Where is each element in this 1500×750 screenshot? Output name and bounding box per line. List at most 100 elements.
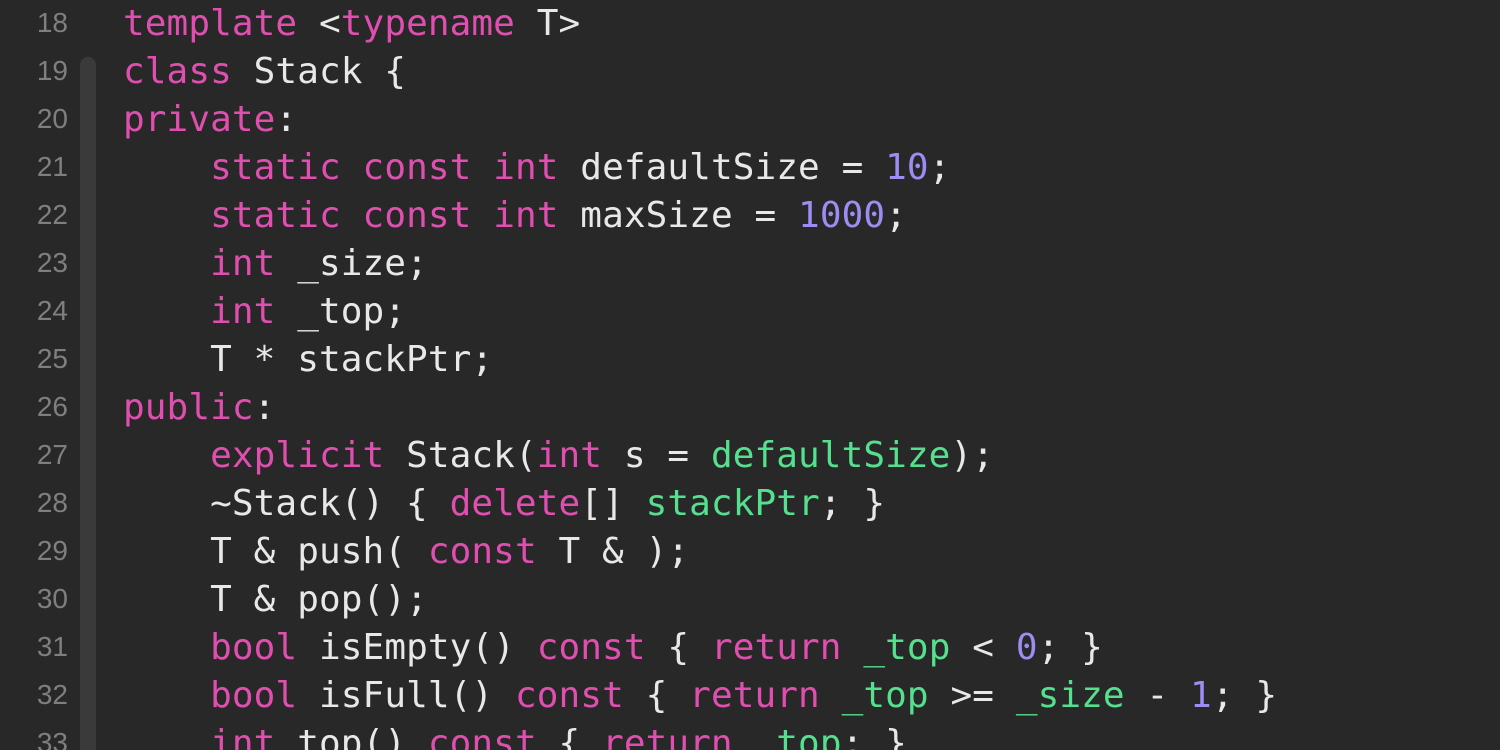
code-line[interactable]: 24 int _top; xyxy=(0,289,1500,337)
code-text[interactable]: explicit Stack(int s = defaultSize); xyxy=(123,435,994,476)
code-token: bool xyxy=(210,675,298,716)
code-token: ; } xyxy=(1211,675,1278,716)
code-token: typename xyxy=(340,3,515,44)
code-line[interactable]: 27 explicit Stack(int s = defaultSize); xyxy=(0,433,1500,481)
code-token: const xyxy=(362,147,472,188)
code-token: int xyxy=(493,195,559,236)
code-text[interactable]: int _top; xyxy=(123,291,406,332)
code-line[interactable]: 20 private: xyxy=(0,97,1500,145)
code-token: ; } xyxy=(819,483,886,524)
code-token: _size; xyxy=(275,243,428,284)
code-token: return xyxy=(689,675,820,716)
code-token: : xyxy=(275,99,298,140)
code-token: T> xyxy=(514,3,581,44)
line-number: 30 xyxy=(36,583,68,614)
code-line[interactable]: 28 ~Stack() { delete[] stackPtr; } xyxy=(0,481,1500,529)
code-token: s = xyxy=(602,435,711,476)
code-text[interactable]: ~Stack() { delete[] stackPtr; } xyxy=(123,483,885,524)
line-number: 29 xyxy=(36,535,68,566)
code-token: ; xyxy=(885,195,907,236)
code-token: { xyxy=(623,675,690,716)
code-line[interactable]: 30 T & pop(); xyxy=(0,577,1500,625)
code-token: ); xyxy=(950,435,995,476)
code-token: Stack( xyxy=(384,435,537,476)
code-line[interactable]: 18 template <typename T> xyxy=(0,1,1500,49)
code-token: isEmpty() xyxy=(297,627,537,668)
code-token: stackPtr xyxy=(645,483,820,524)
code-token: _size xyxy=(1015,675,1125,716)
line-number: 33 xyxy=(36,727,68,750)
code-token: >= xyxy=(928,675,1016,716)
line-number: 27 xyxy=(36,439,68,470)
code-token: ~Stack() { xyxy=(123,483,450,524)
line-number: 28 xyxy=(36,487,68,518)
code-text[interactable]: static const int maxSize = 1000; xyxy=(123,195,907,236)
code-text[interactable]: class Stack { xyxy=(123,51,406,92)
code-token: int xyxy=(210,243,276,284)
code-editor[interactable]: 18 template <typename T> 19 class Stack { 20… xyxy=(0,0,1500,750)
code-text[interactable]: T * stackPtr; xyxy=(123,339,493,380)
code-token: static xyxy=(210,195,341,236)
line-number: 32 xyxy=(36,679,68,710)
code-text[interactable]: static const int defaultSize = 10; xyxy=(123,147,950,188)
code-text[interactable]: bool isFull() const { return _top >= _si… xyxy=(123,675,1277,716)
code-text[interactable]: bool isEmpty() const { return _top < 0; … xyxy=(123,627,1103,668)
code-token: public xyxy=(123,387,254,428)
line-number: 21 xyxy=(36,151,68,182)
code-token: _top xyxy=(863,627,951,668)
code-text[interactable]: int top() const { return _top; } xyxy=(123,723,907,750)
code-token: 0 xyxy=(1015,627,1038,668)
line-number: 31 xyxy=(36,631,68,662)
line-number: 25 xyxy=(36,343,68,374)
code-token: T & ); xyxy=(536,531,690,572)
code-text[interactable]: template <typename T> xyxy=(123,3,580,44)
code-token: const xyxy=(427,531,537,572)
code-line[interactable]: 29 T & push( const T & ); xyxy=(0,529,1500,577)
code-token: T * stackPtr; xyxy=(123,339,494,380)
code-text[interactable]: T & push( const T & ); xyxy=(123,531,689,572)
code-token: return xyxy=(602,723,733,750)
code-line[interactable]: 23 int _size; xyxy=(0,241,1500,289)
code-line[interactable]: 33 int top() const { return _top; } xyxy=(0,721,1500,750)
code-token: template xyxy=(123,3,298,44)
code-token: const xyxy=(536,627,646,668)
code-token: 10 xyxy=(885,147,929,188)
code-token: _top xyxy=(841,675,929,716)
line-number: 24 xyxy=(36,295,68,326)
code-line[interactable]: 26 public: xyxy=(0,385,1500,433)
code-token: T & pop(); xyxy=(123,579,428,620)
code-token: { xyxy=(536,723,603,750)
line-number: 19 xyxy=(36,55,68,86)
code-token: delete xyxy=(449,483,581,524)
code-line[interactable]: 25 T * stackPtr; xyxy=(0,337,1500,385)
code-token: [] xyxy=(580,483,646,524)
code-text[interactable]: public: xyxy=(123,387,275,428)
code-token: const xyxy=(427,723,537,750)
code-line[interactable]: 19 class Stack { xyxy=(0,49,1500,97)
code-token: return xyxy=(710,627,842,668)
line-number: 20 xyxy=(36,103,68,134)
code-token: const xyxy=(514,675,624,716)
code-token: int xyxy=(210,723,276,750)
code-token: ; } xyxy=(1037,627,1103,668)
code-token: 1000 xyxy=(798,195,886,236)
code-text[interactable]: T & pop(); xyxy=(123,579,428,620)
code-line[interactable]: 32 bool isFull() const { return _top >= … xyxy=(0,673,1500,721)
code-line[interactable]: 31 bool isEmpty() const { return _top < … xyxy=(0,625,1500,673)
code-token: static xyxy=(210,147,341,188)
code-text[interactable]: int _size; xyxy=(123,243,428,284)
code-token: maxSize = xyxy=(558,195,799,236)
code-token: T & push( xyxy=(123,531,428,572)
code-line[interactable]: 21 static const int defaultSize = 10; xyxy=(0,145,1500,193)
code-text[interactable]: private: xyxy=(123,99,297,140)
code-line[interactable]: 22 static const int maxSize = 1000; xyxy=(0,193,1500,241)
code-token: : xyxy=(253,387,276,428)
code-token: private xyxy=(123,99,276,140)
